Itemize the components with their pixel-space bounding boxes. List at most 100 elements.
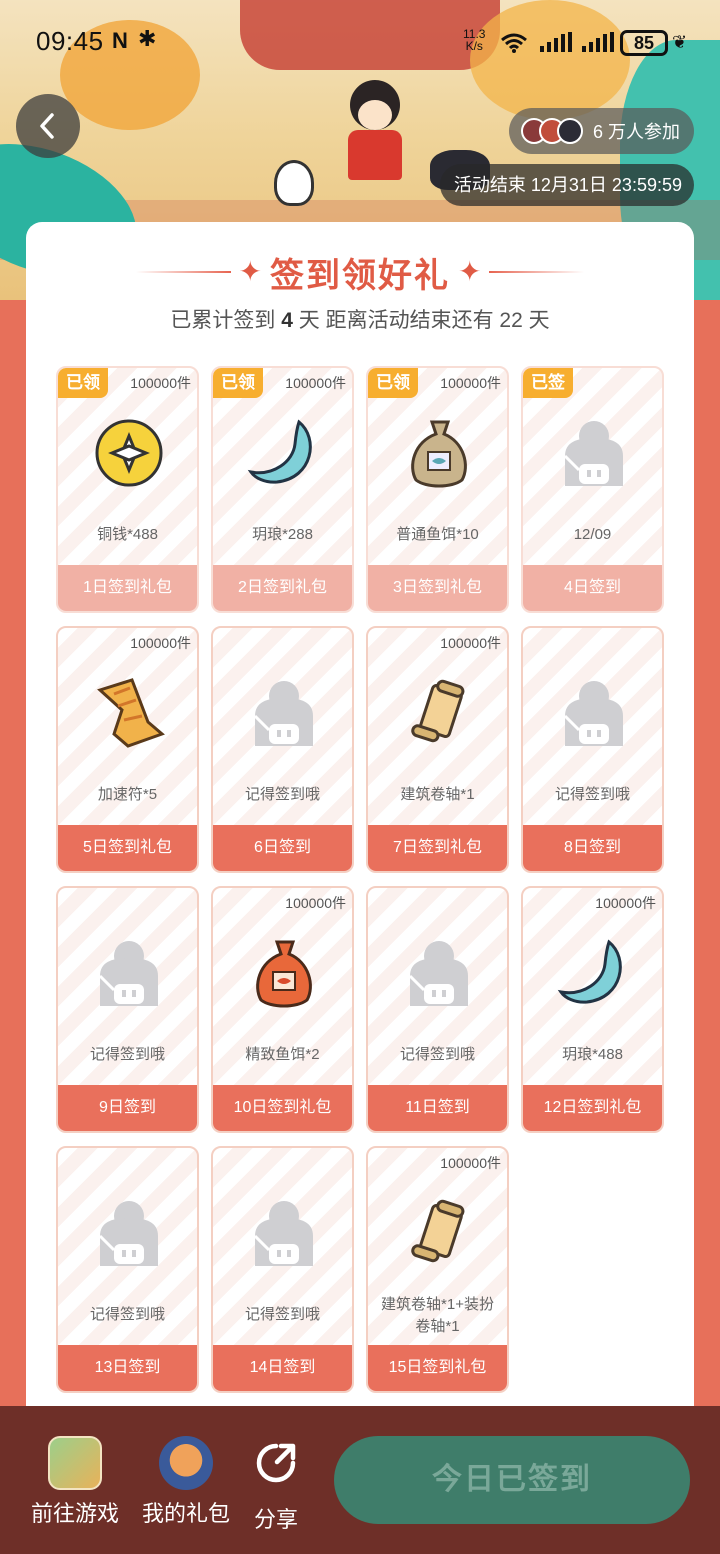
stock-count: 100000件 [285, 375, 346, 391]
checkin-day-tile[interactable]: 100000件精致鱼饵*2 10日签到礼包 [211, 886, 354, 1133]
game-app-icon [48, 1436, 102, 1490]
checkin-day-tile[interactable]: 已领 100000件玥琅*288 2日签到礼包 [211, 366, 354, 613]
reward-name: 玥琅*288 [252, 526, 313, 543]
today-signed-button[interactable]: 今日已签到 [334, 1436, 690, 1524]
share-icon [256, 1443, 296, 1483]
status-time: 09:45 [36, 26, 104, 56]
reward-name: 记得签到哦 [89, 1306, 165, 1323]
checkin-summary: 已累计签到 4 天 距离活动结束还有 22 天 [170, 309, 550, 332]
status-badge: 已领 [58, 368, 108, 398]
reward-name: 精致鱼饵*2 [245, 1046, 320, 1063]
placeholder-mascot-icon [247, 676, 322, 751]
avatar [556, 118, 583, 144]
jade-moon-icon [557, 936, 632, 1011]
reward-name: 建筑卷轴*1 [400, 786, 475, 803]
coin-icon [92, 416, 167, 491]
day-label: 2日签到礼包 [213, 565, 352, 611]
placeholder-mascot-icon [92, 1196, 167, 1271]
leaf-icon: ❦ [672, 32, 688, 52]
day-label: 3日签到礼包 [368, 565, 507, 611]
day-label: 13日签到 [58, 1345, 197, 1391]
my-gifts-label: 我的礼包 [141, 1501, 230, 1526]
jade-moon-icon [247, 416, 322, 491]
day-label: 14日签到 [213, 1345, 352, 1391]
girl-character [330, 80, 420, 190]
reward-name: 玥琅*488 [562, 1046, 623, 1063]
checkin-day-tile[interactable]: 已领 100000件铜钱*488 1日签到礼包 [56, 366, 199, 613]
card-title-row: ✦ 签到领好礼 ✦ [26, 252, 694, 295]
wifi-icon [501, 33, 527, 53]
bottom-bar: 前往游戏 我的礼包 分享 今日已签到 [0, 1406, 720, 1554]
scroll-icon [402, 1196, 477, 1271]
net-speed: 11.3 K/s [463, 27, 486, 53]
day-label: 12日签到礼包 [523, 1085, 662, 1131]
day-label: 6日签到 [213, 825, 352, 871]
placeholder-mascot-icon [402, 936, 477, 1011]
checkin-day-tile[interactable]: 100000件加速符*5 5日签到礼包 [56, 626, 199, 873]
checkin-day-tile[interactable]: 已领 100000件普通鱼饵*10 3日签到礼包 [366, 366, 509, 613]
reward-name: 普通鱼饵*10 [396, 526, 479, 543]
reward-name: 建筑卷轴*1+装扮卷轴*1 [381, 1296, 494, 1335]
reward-name: 铜钱*488 [97, 526, 158, 543]
signal-icon [540, 32, 572, 52]
stock-count: 100000件 [440, 1155, 501, 1171]
placeholder-mascot-icon [247, 1196, 322, 1271]
checkin-day-tile[interactable]: 100000件 建筑卷轴*1+装扮卷轴*1 15日签到礼包 [366, 1146, 509, 1393]
day-label: 5日签到礼包 [58, 825, 197, 871]
sparkle-icon: ✦ [458, 256, 482, 287]
checkin-day-tile[interactable]: 100000件 建筑卷轴*1 7日签到礼包 [366, 626, 509, 873]
checkin-day-tile[interactable]: 记得签到哦 9日签到 [56, 886, 199, 1133]
stock-count: 100000件 [440, 375, 501, 391]
reward-name: 记得签到哦 [244, 1306, 320, 1323]
share-label: 分享 [253, 1507, 298, 1532]
day-label: 8日签到 [523, 825, 662, 871]
stock-count: 100000件 [285, 895, 346, 911]
card-title: 签到领好礼 [270, 256, 450, 295]
checkin-day-tile[interactable]: 记得签到哦 14日签到 [211, 1146, 354, 1393]
scroll-icon [402, 676, 477, 751]
day-label: 1日签到礼包 [58, 565, 197, 611]
status-badge: 已领 [368, 368, 418, 398]
checkin-day-tile[interactable]: 记得签到哦 13日签到 [56, 1146, 199, 1393]
fish-bait-bag-icon [402, 416, 477, 491]
radish-character [274, 160, 314, 206]
talisman-icon [92, 676, 167, 751]
checkin-day-tile[interactable]: 已签 12/09 4日签到 [521, 366, 664, 613]
reward-name: 加速符*5 [97, 786, 158, 803]
checkin-day-tile[interactable]: 记得签到哦 8日签到 [521, 626, 664, 873]
battery-icon: 85 [620, 30, 668, 56]
stock-count: 100000件 [595, 895, 656, 911]
checkin-card: ✦ 签到领好礼 ✦ 已累计签到 4 天 距离活动结束还有 22 天 已领 1000… [26, 222, 694, 1422]
day-label: 7日签到礼包 [368, 825, 507, 871]
placeholder-mascot-icon [557, 416, 632, 491]
share-button[interactable]: 分享 [248, 1436, 304, 1534]
nfc-icon: N [112, 28, 128, 53]
placeholder-mascot-icon [92, 936, 167, 1011]
day-label: 9日签到 [58, 1085, 197, 1131]
activity-end-time: 活动结束 12月31日 23:59:59 [439, 164, 694, 206]
checkin-day-tile[interactable]: 记得签到哦 11日签到 [366, 886, 509, 1133]
chevron-left-icon [40, 113, 54, 139]
stock-count: 100000件 [130, 635, 191, 651]
bluetooth-icon: ✱ [138, 26, 157, 51]
checkin-day-tile[interactable]: 100000件玥琅*488 12日签到礼包 [521, 886, 664, 1133]
reward-name: 记得签到哦 [399, 1046, 475, 1063]
sparkle-icon: ✦ [238, 256, 262, 287]
status-bar: 09:45 N ✱ 11.3 K/s 85 ❦ [0, 22, 720, 62]
my-gifts-button[interactable]: 我的礼包 [138, 1436, 234, 1528]
checkin-grid: 已领 100000件 铜钱*488 1日签到礼包 已领 100000件 玥琅*288 2日签到… [56, 366, 664, 1393]
stock-count: 100000件 [130, 375, 191, 391]
status-badge: 已签 [523, 368, 573, 398]
day-label: 11日签到 [368, 1085, 507, 1131]
reward-name: 12/09 [573, 526, 612, 543]
checkin-day-tile[interactable]: 记得签到哦 6日签到 [211, 626, 354, 873]
reward-name: 记得签到哦 [554, 786, 630, 803]
gift-avatar-icon [159, 1436, 213, 1490]
avatar-stack [520, 118, 583, 144]
fine-fish-bait-bag-icon [247, 936, 322, 1011]
status-badge: 已领 [213, 368, 263, 398]
go-to-game-button[interactable]: 前往游戏 [28, 1436, 122, 1528]
back-button[interactable] [16, 94, 80, 158]
signal-icon [582, 32, 614, 52]
day-label: 10日签到礼包 [213, 1085, 352, 1131]
